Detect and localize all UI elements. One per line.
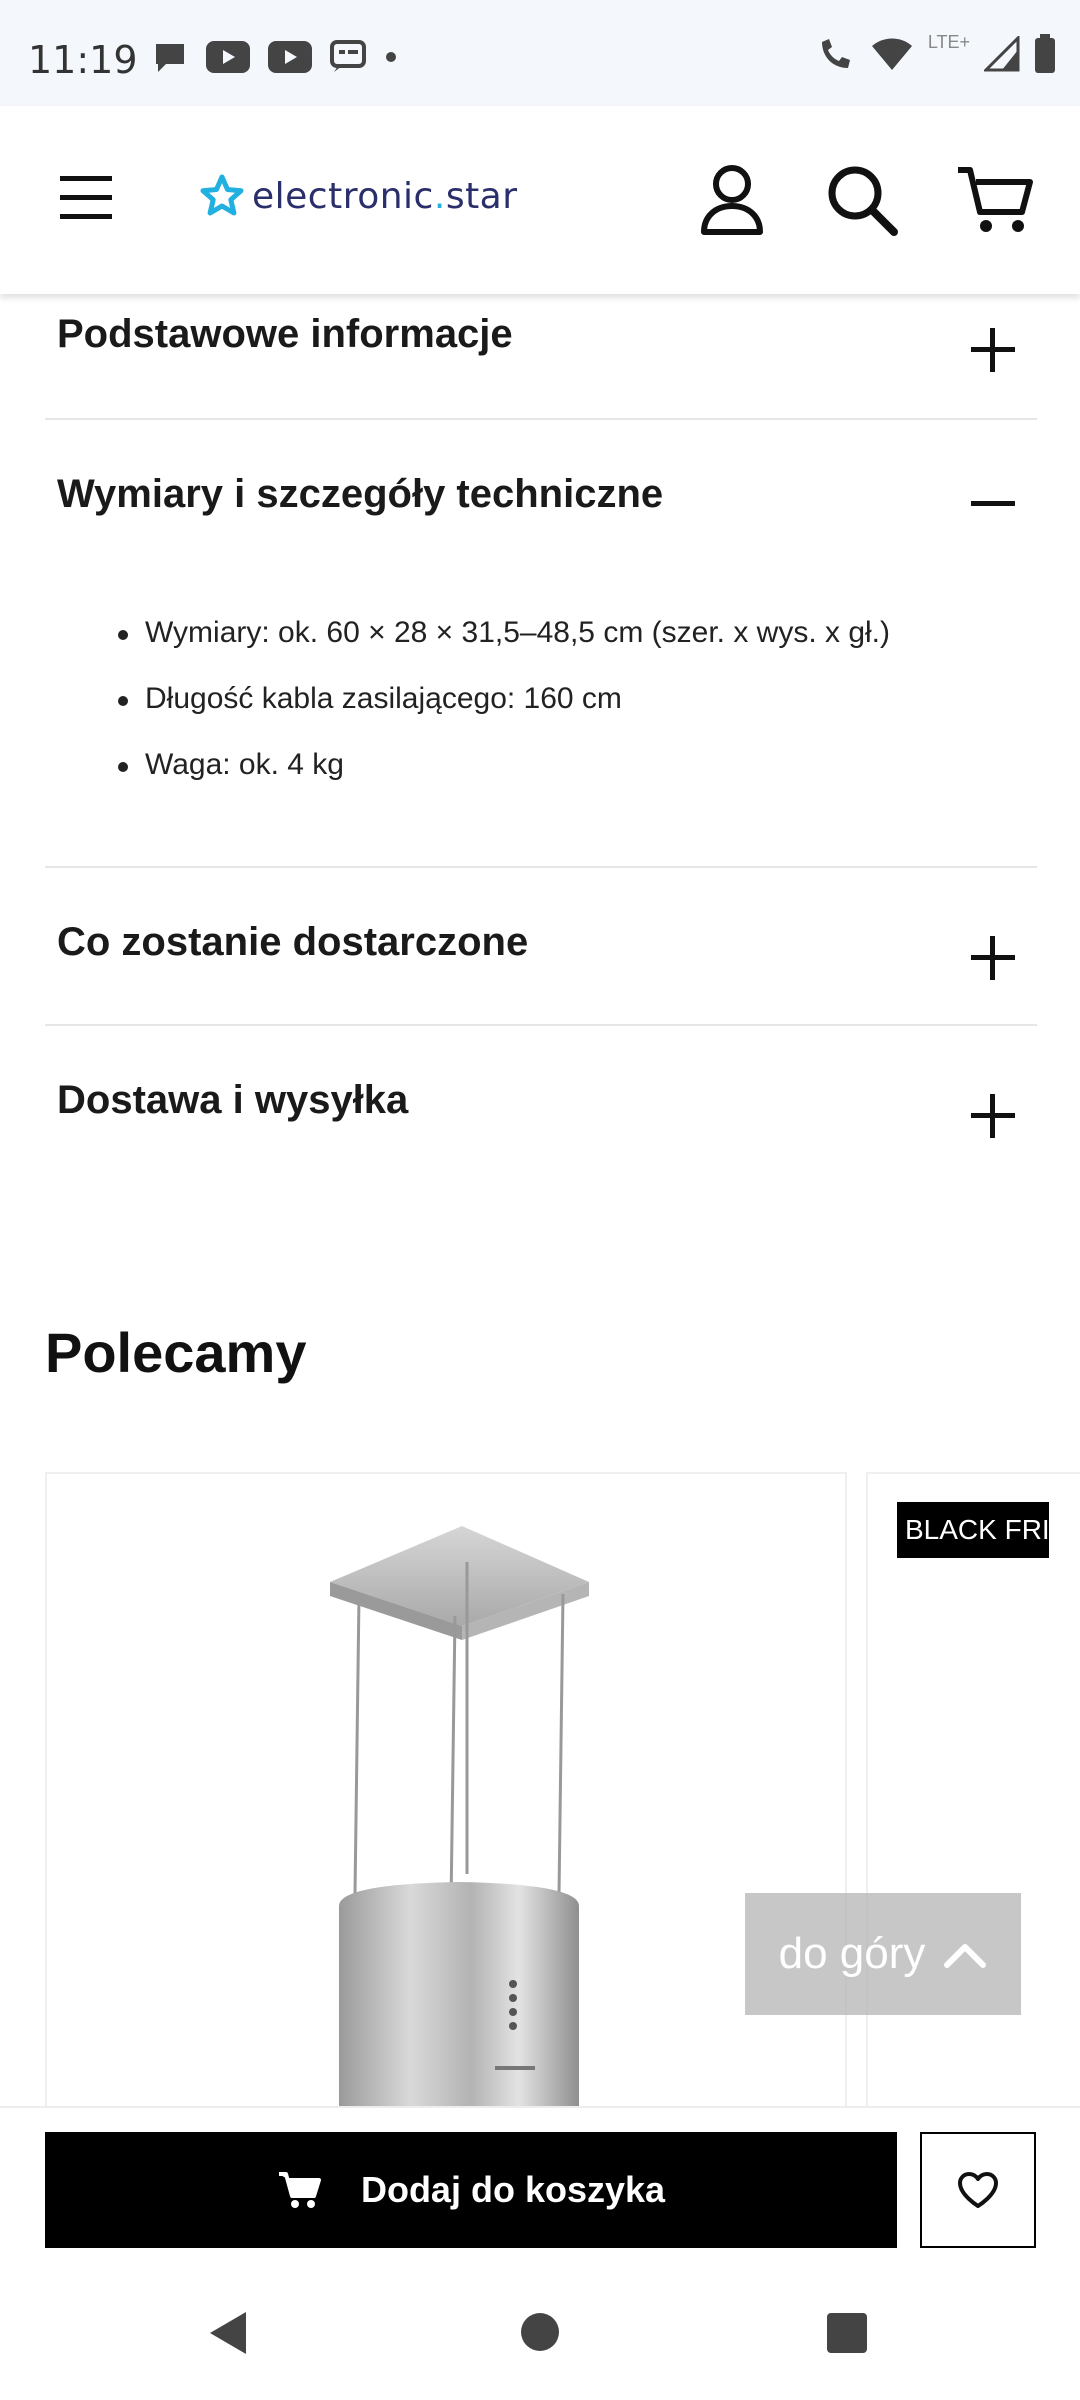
signal-icon: [984, 36, 1020, 72]
back-icon[interactable]: [206, 2310, 250, 2356]
youtube-icon: [206, 41, 250, 73]
scroll-to-top-button[interactable]: do góry: [745, 1893, 1021, 2015]
star-logo-icon: [200, 174, 244, 216]
wifi-call-icon: [821, 39, 850, 68]
bottom-action-bar: Dodaj do koszyka: [0, 2106, 1080, 2268]
plus-icon[interactable]: [971, 1094, 1015, 1138]
user-icon: [701, 165, 763, 235]
recents-icon[interactable]: [826, 2312, 868, 2354]
logo-text-suffix: star: [445, 175, 518, 217]
spec-item-weight: Waga: ok. 4 kg: [100, 732, 890, 798]
spec-item-cable-length: Długość kabla zasilającego: 160 cm: [100, 666, 890, 732]
product-card[interactable]: [45, 1472, 847, 2116]
site-header: electronic.star: [0, 106, 1080, 294]
scroll-to-top-label: do góry: [778, 1929, 926, 1978]
system-navigation-bar: [0, 2266, 1080, 2400]
logo-text-prefix: electronic: [252, 175, 434, 217]
search-button[interactable]: [824, 162, 900, 238]
spec-list: Wymiary: ok. 60 × 28 × 31,5–48,5 cm (sze…: [100, 600, 890, 798]
accordion-whats-delivered[interactable]: Co zostanie dostarczone: [45, 868, 1037, 1026]
cart-icon: [278, 2172, 321, 2208]
account-button[interactable]: [694, 162, 770, 238]
accordion-title: Wymiary i szczegóły techniczne: [57, 472, 664, 516]
wifi-icon: [871, 38, 912, 70]
chat-bubble-icon: [156, 44, 184, 72]
search-icon: [828, 166, 898, 236]
more-dot-icon: [386, 52, 396, 62]
logo[interactable]: electronic.star: [200, 174, 518, 218]
spec-item-dimensions: Wymiary: ok. 60 × 28 × 31,5–48,5 cm (sze…: [100, 600, 890, 666]
network-type-label: LTE+: [927, 31, 970, 52]
home-icon[interactable]: [520, 2312, 560, 2352]
wishlist-button[interactable]: [920, 2132, 1036, 2248]
accordion-basic-info[interactable]: Podstawowe informacje: [45, 294, 1037, 420]
plus-icon[interactable]: [971, 936, 1015, 980]
plus-icon[interactable]: [971, 328, 1015, 372]
product-image[interactable]: [47, 1474, 845, 2114]
add-to-cart-button[interactable]: Dodaj do koszyka: [45, 2132, 897, 2248]
add-to-cart-label: Dodaj do koszyka: [360, 2169, 666, 2210]
notification-icons: [152, 40, 398, 74]
menu-icon: [60, 176, 112, 219]
youtube-icon: [268, 41, 312, 73]
cart-icon: [958, 167, 1033, 232]
system-icons: LTE+: [816, 31, 1056, 74]
battery-icon: [1035, 34, 1055, 73]
status-time: 11:19: [28, 38, 138, 82]
accordion-title: Podstawowe informacje: [57, 312, 513, 356]
logo-dot: .: [433, 175, 446, 217]
accordion-title: Co zostanie dostarczone: [57, 920, 529, 964]
menu-button[interactable]: [56, 166, 120, 230]
promo-badge: BLACK FRI: [897, 1502, 1049, 1558]
cart-button[interactable]: [956, 162, 1033, 238]
accordion-shipping[interactable]: Dostawa i wysyłka: [45, 1026, 1037, 1166]
status-bar: 11:19 LTE+: [0, 0, 1080, 106]
chevron-up-icon: [944, 1944, 987, 1968]
accordion-title: Dostawa i wysyłka: [57, 1078, 409, 1122]
minus-icon[interactable]: [971, 482, 1015, 526]
heart-icon: [958, 2172, 998, 2208]
section-title-recommended: Polecamy: [45, 1321, 307, 1384]
message-icon: [330, 40, 366, 72]
logo-text: electronic.star: [252, 176, 518, 217]
product-card[interactable]: [866, 1472, 1080, 2116]
